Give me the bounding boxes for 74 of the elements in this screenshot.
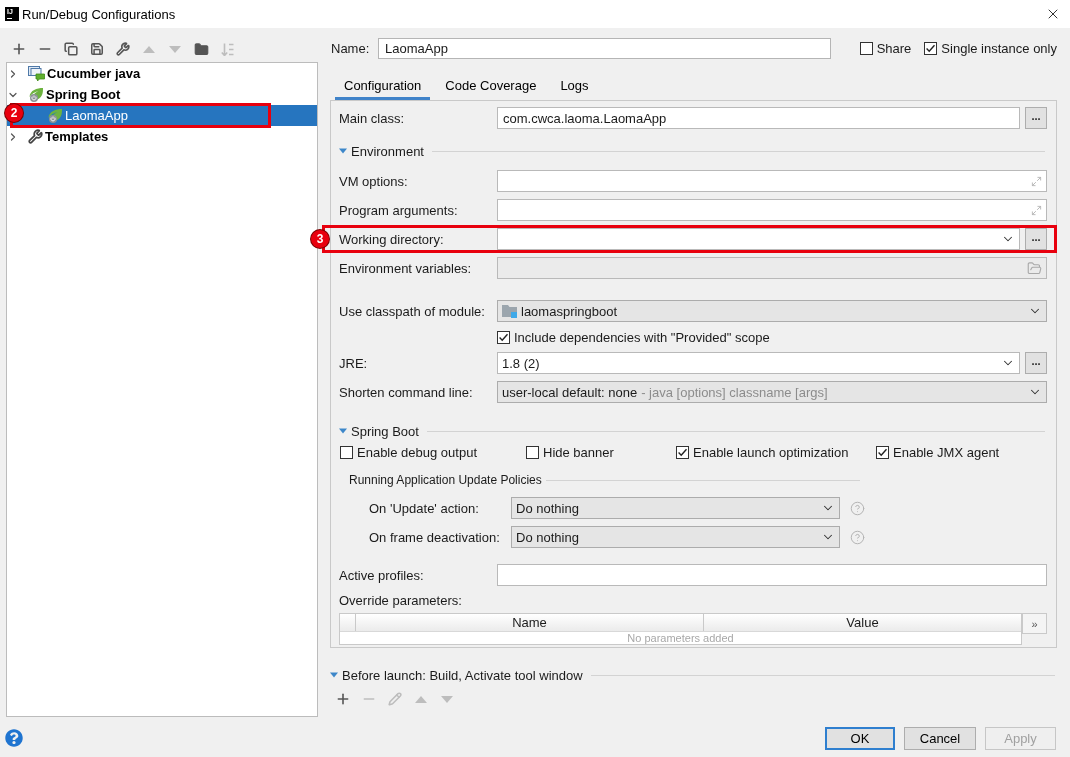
expanded-triangle-icon[interactable]: [330, 671, 338, 679]
window-title: Run/Debug Configurations: [22, 6, 176, 22]
checkbox[interactable]: Enable launch optimization: [676, 444, 876, 460]
checkbox[interactable]: Single instance only: [924, 40, 1057, 57]
plus-icon[interactable]: [11, 41, 27, 57]
field-label: Name:: [330, 41, 371, 56]
section-title: Environment: [351, 143, 424, 159]
field-label: On frame deactivation:: [369, 529, 501, 545]
field-label: Main class:: [339, 110, 406, 126]
field-label: On 'Update' action:: [369, 500, 480, 516]
section-title: Before launch: Build, Activate tool window: [342, 667, 583, 683]
column-header[interactable]: Value: [704, 614, 1021, 631]
checkbox[interactable]: Enable debug output: [340, 444, 526, 460]
field-label: JRE:: [339, 355, 369, 371]
dropdown[interactable]: laomaspringboot: [497, 300, 1047, 322]
checked-checkbox-icon[interactable]: [497, 330, 510, 344]
checkbox-icon[interactable]: [526, 445, 539, 459]
dropdown[interactable]: Do nothing: [511, 497, 840, 519]
save-icon[interactable]: [90, 42, 104, 56]
checkbox[interactable]: Include dependencies with "Provided" scope: [497, 329, 1047, 345]
section-title: Spring Boot: [351, 423, 419, 439]
checkbox-icon[interactable]: [859, 42, 873, 55]
expanded-triangle-icon[interactable]: [339, 427, 347, 435]
expanded-triangle-icon[interactable]: [339, 147, 347, 155]
checked-checkbox-icon[interactable]: [876, 445, 889, 459]
wrench-icon: [28, 129, 43, 144]
dropdown[interactable]: user-local default: none - java [options] classname [args]: [497, 381, 1047, 403]
checked-checkbox-icon[interactable]: [676, 445, 689, 459]
field-label: Override parameters:: [339, 592, 463, 608]
module-folder-icon: [502, 304, 518, 318]
window-chat-icon: [28, 66, 45, 81]
plus-icon[interactable]: [335, 691, 351, 707]
checkbox[interactable]: Share: [859, 40, 912, 57]
folder-plus-icon[interactable]: [193, 41, 209, 57]
dialog-button[interactable]: Cancel: [904, 727, 976, 750]
checkbox[interactable]: Hide banner: [526, 444, 676, 460]
checkbox[interactable]: Enable JMX agent: [876, 444, 1047, 460]
leaf-power-icon: [28, 86, 44, 103]
field-label: Use classpath of module:: [339, 303, 486, 319]
dropdown[interactable]: 1.8 (2): [497, 352, 1020, 374]
checked-checkbox-icon[interactable]: [924, 42, 938, 55]
wrench-icon[interactable]: [116, 42, 130, 56]
tab[interactable]: Code Coverage: [436, 73, 546, 100]
field-label: Working directory:: [339, 231, 445, 247]
checkbox-icon[interactable]: [340, 445, 353, 459]
field-label: VM options:: [339, 173, 409, 189]
annotation-number: 2: [5, 104, 23, 122]
column-header[interactable]: Name: [356, 614, 704, 631]
field-label: Environment variables:: [339, 260, 473, 276]
browse-button[interactable]: ...: [1025, 228, 1047, 250]
group-title: Running Application Update Policies: [349, 473, 542, 487]
text-field[interactable]: LaomaApp: [378, 38, 831, 59]
tab[interactable]: Configuration: [335, 73, 431, 100]
browse-button[interactable]: ...: [1025, 352, 1047, 374]
empty-table-text: No parameters added: [627, 632, 734, 644]
copy-icon[interactable]: [64, 42, 78, 56]
field-label: Program arguments:: [339, 202, 459, 218]
tree-item[interactable]: Cucumber java: [7, 63, 317, 84]
field-label: Shorten command line:: [339, 384, 474, 400]
tab[interactable]: Logs: [551, 73, 598, 100]
tree-item[interactable]: Templates: [7, 126, 317, 147]
dropdown[interactable]: Do nothing: [511, 526, 840, 548]
text-field[interactable]: [497, 170, 1047, 192]
dialog-button[interactable]: OK: [825, 727, 895, 750]
text-field[interactable]: [497, 199, 1047, 221]
browse-button[interactable]: ...: [1025, 107, 1047, 129]
leaf-power-icon: [47, 107, 63, 124]
field-label: Active profiles:: [339, 567, 425, 583]
help-icon[interactable]: [5, 729, 23, 747]
tree-item[interactable]: Spring Boot: [7, 84, 317, 105]
text-field[interactable]: [497, 564, 1047, 586]
text-field[interactable]: com.cwca.laoma.LaomaApp: [497, 107, 1020, 129]
more-button[interactable]: »: [1022, 613, 1047, 634]
annotation-number: 3: [311, 230, 329, 248]
